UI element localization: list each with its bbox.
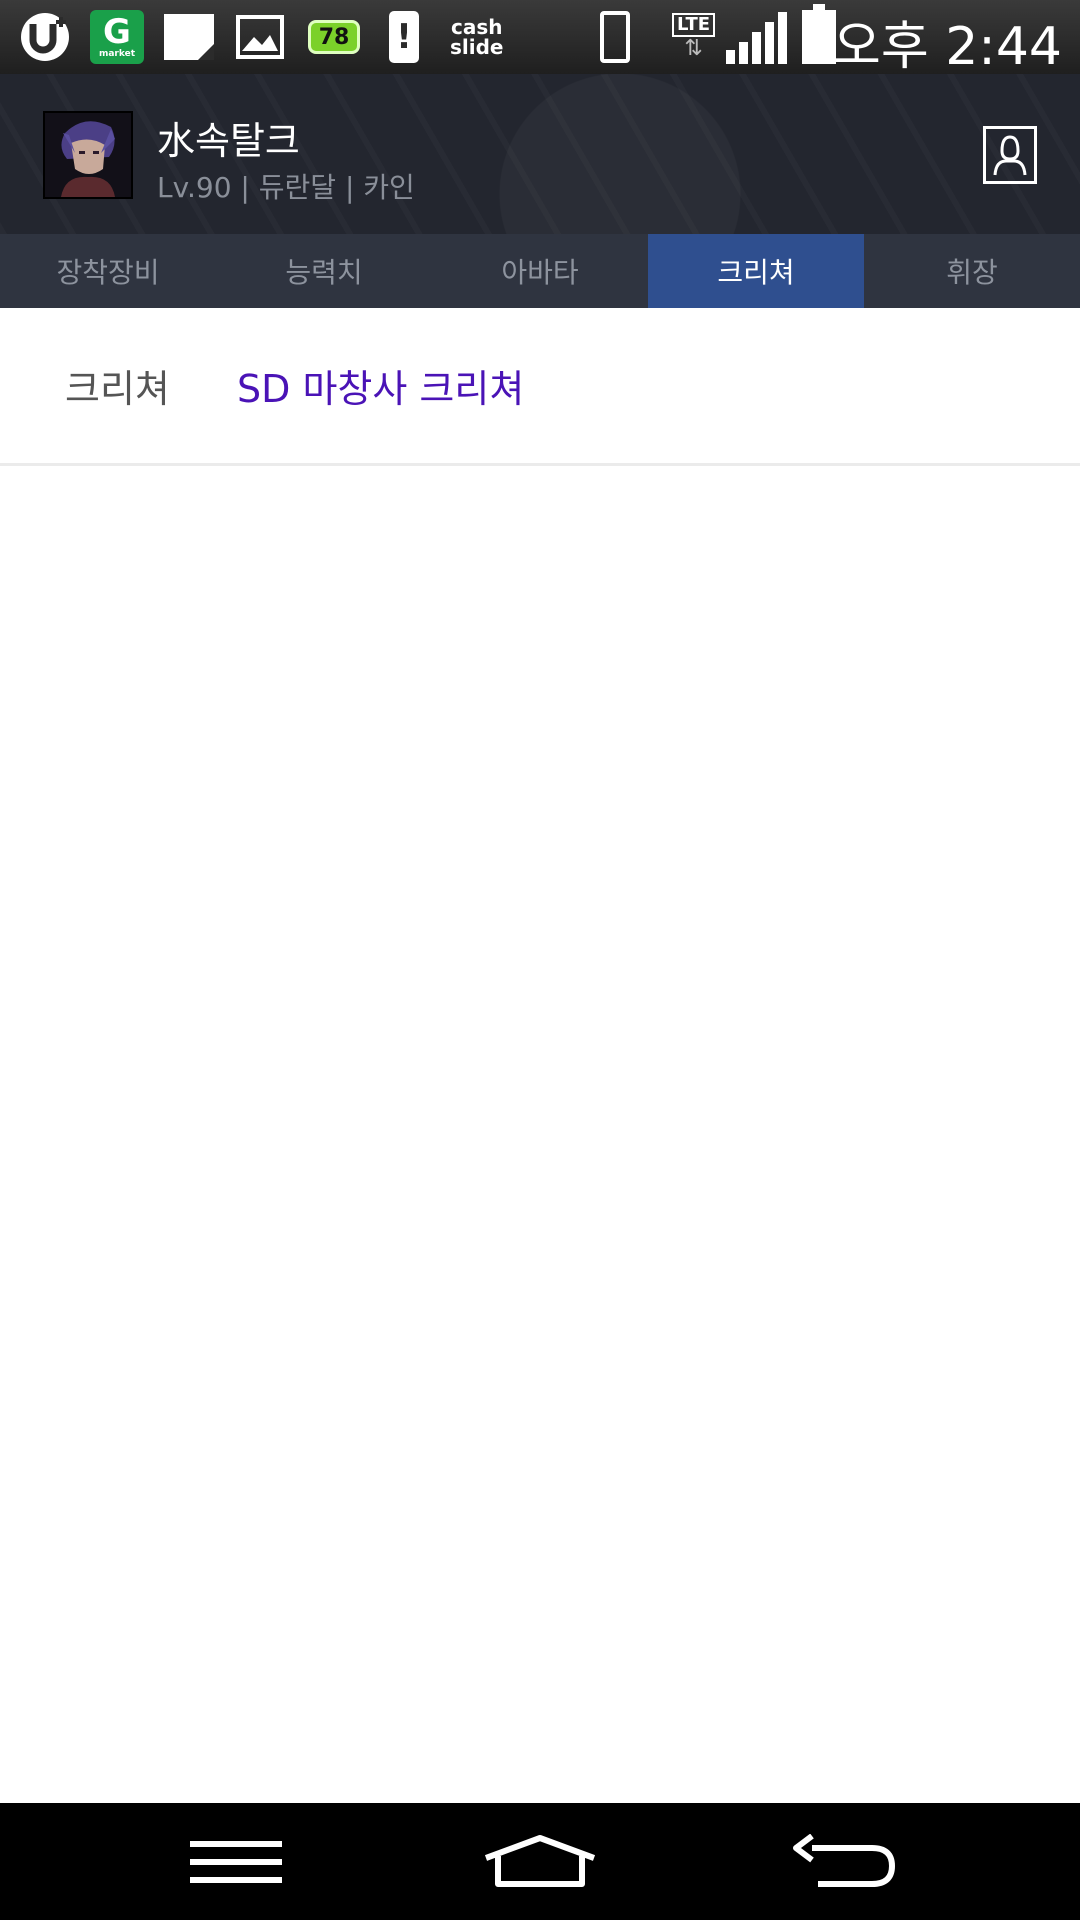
home-icon — [484, 1835, 596, 1887]
sub-tab-bar: 크리쳐 SD 마창사 크리쳐 — [0, 308, 1080, 466]
signal-icon — [726, 10, 787, 64]
tab-stats[interactable]: 능력치 — [216, 234, 432, 308]
back-icon — [793, 1834, 896, 1887]
tab-label: 휘장 — [946, 256, 998, 289]
tab-label: 아바타 — [501, 256, 579, 289]
battery-icon — [802, 4, 836, 64]
profile-button[interactable] — [983, 126, 1037, 184]
vibrate-icon — [600, 10, 630, 64]
status-bar: G market 78 ! cash slide LTE ⇅ 오후 2:44 — [0, 0, 1080, 77]
back-button[interactable] — [790, 1827, 898, 1897]
cashslide-icon: cash slide — [450, 10, 504, 64]
tab-creature[interactable]: 크리쳐 — [648, 234, 864, 308]
tab-label: 크리쳐 — [717, 256, 795, 289]
character-name: 水속탈크 — [157, 119, 300, 163]
clock: 오후 2:44 — [833, 17, 1062, 77]
character-info: Lv.90 | 듀란달 | 카인 — [157, 171, 415, 204]
navigation-bar — [0, 1803, 1080, 1920]
uplus-icon — [18, 10, 72, 64]
menu-button[interactable] — [188, 1827, 284, 1897]
subtab-sd-creature[interactable]: SD 마창사 크리쳐 — [237, 358, 524, 413]
home-button[interactable] — [482, 1827, 598, 1897]
tab-label: 능력치 — [285, 256, 363, 289]
profile-header: 水속탈크 Lv.90 | 듀란달 | 카인 — [0, 74, 1080, 234]
person-icon — [993, 135, 1027, 176]
battery-badge: 78 — [308, 20, 360, 54]
battery-alert-icon: ! — [389, 10, 419, 64]
tab-equipment[interactable]: 장착장비 — [0, 234, 216, 308]
content-area — [0, 469, 1080, 1803]
battery-saver-icon: 78 — [308, 10, 360, 64]
tab-bar: 장착장비 능력치 아바타 크리쳐 휘장 — [0, 234, 1080, 308]
gmarket-letter: G — [103, 12, 131, 52]
tab-avatar[interactable]: 아바타 — [432, 234, 648, 308]
subtab-creature[interactable]: 크리쳐 — [65, 358, 170, 413]
tab-label: 장착장비 — [56, 256, 160, 289]
menu-icon — [190, 1841, 282, 1883]
gmarket-icon: G market — [90, 10, 144, 64]
lte-label: LTE — [672, 13, 716, 37]
memo-icon — [164, 10, 214, 64]
cashslide-line2: slide — [450, 35, 504, 59]
tab-emblem[interactable]: 휘장 — [864, 234, 1080, 308]
cashslide-line1: cash — [451, 15, 503, 39]
gmarket-label: market — [98, 49, 136, 59]
lte-icon: LTE ⇅ — [672, 10, 716, 64]
character-avatar[interactable] — [43, 111, 133, 199]
gallery-icon — [236, 10, 284, 64]
